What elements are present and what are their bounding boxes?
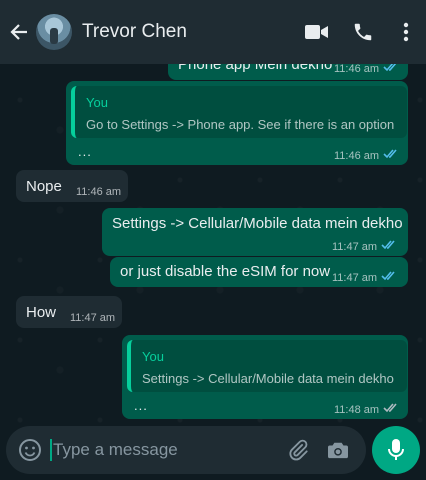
- message-meta: 11:47 am: [70, 309, 115, 327]
- message-time: 11:47 am: [70, 312, 116, 324]
- read-ticks-icon: [381, 238, 397, 256]
- camera-button[interactable]: [318, 430, 358, 470]
- message-text: Settings -> Cellular/Mobile data mein de…: [112, 215, 403, 232]
- message-input[interactable]: Type a message: [53, 440, 278, 460]
- microphone-icon: [388, 439, 404, 460]
- message-time: 11:46 am: [334, 150, 380, 162]
- more-vertical-icon: [403, 22, 409, 42]
- message-meta: 11:47 am: [332, 269, 397, 287]
- quoted-message[interactable]: You Settings -> Cellular/Mobile data mei…: [127, 340, 407, 392]
- message-outgoing-reply[interactable]: You Go to Settings -> Phone app. See if …: [66, 81, 408, 165]
- paperclip-icon: [289, 439, 308, 461]
- chat-header: Trevor Chen: [0, 0, 426, 64]
- back-button[interactable]: [4, 12, 34, 52]
- video-camera-icon: [305, 25, 328, 39]
- message-incoming[interactable]: Nope 11:46 am: [16, 170, 128, 202]
- message-outgoing-reply[interactable]: You Settings -> Cellular/Mobile data mei…: [122, 335, 408, 419]
- message-time: 11:47 am: [332, 272, 378, 284]
- message-time: 11:46 am: [76, 186, 122, 198]
- message-text: Nope: [26, 178, 62, 195]
- message-incoming[interactable]: How 11:47 am: [16, 296, 122, 328]
- message-meta: 11:48 am: [334, 401, 399, 419]
- read-ticks-icon: [381, 269, 397, 287]
- back-arrow-icon: [10, 24, 27, 40]
- message-time: 11:48 am: [334, 404, 380, 416]
- message-outgoing[interactable]: Settings -> Cellular/Mobile data mein de…: [102, 208, 408, 256]
- delivered-ticks-icon: [383, 401, 399, 419]
- camera-icon: [328, 442, 348, 459]
- message-meta: 11:46 am: [76, 183, 121, 201]
- quoted-message[interactable]: You Go to Settings -> Phone app. See if …: [71, 86, 407, 138]
- more-options-button[interactable]: [386, 0, 426, 64]
- phone-icon: [354, 23, 372, 41]
- quoted-author: You: [86, 95, 108, 110]
- quoted-text: Go to Settings -> Phone app. See if ther…: [86, 117, 395, 132]
- voice-message-button[interactable]: [372, 426, 420, 474]
- video-call-button[interactable]: [294, 0, 340, 64]
- message-list: Phone app Mein dekho 11:46 am You Go to …: [0, 0, 426, 480]
- emoji-icon: [19, 439, 41, 461]
- message-text: ...: [134, 398, 148, 413]
- message-composer: Type a message: [6, 426, 366, 474]
- attach-button[interactable]: [278, 430, 318, 470]
- message-time: 11:47 am: [332, 241, 378, 253]
- message-text: ...: [78, 144, 92, 159]
- message-text: How: [26, 304, 57, 321]
- message-meta: 11:46 am: [334, 147, 399, 165]
- message-text: or just disable the eSIM for now: [120, 263, 331, 280]
- text-cursor: [50, 439, 52, 461]
- contact-avatar[interactable]: [36, 14, 72, 50]
- voice-call-button[interactable]: [340, 0, 386, 64]
- contact-name[interactable]: Trevor Chen: [82, 21, 294, 43]
- quoted-author: You: [142, 349, 164, 364]
- read-ticks-icon: [383, 147, 399, 165]
- message-meta: 11:47 am: [332, 238, 397, 256]
- message-outgoing[interactable]: or just disable the eSIM for now 11:47 a…: [110, 257, 408, 287]
- emoji-button[interactable]: [12, 432, 48, 468]
- quoted-text: Settings -> Cellular/Mobile data mein de…: [142, 371, 394, 386]
